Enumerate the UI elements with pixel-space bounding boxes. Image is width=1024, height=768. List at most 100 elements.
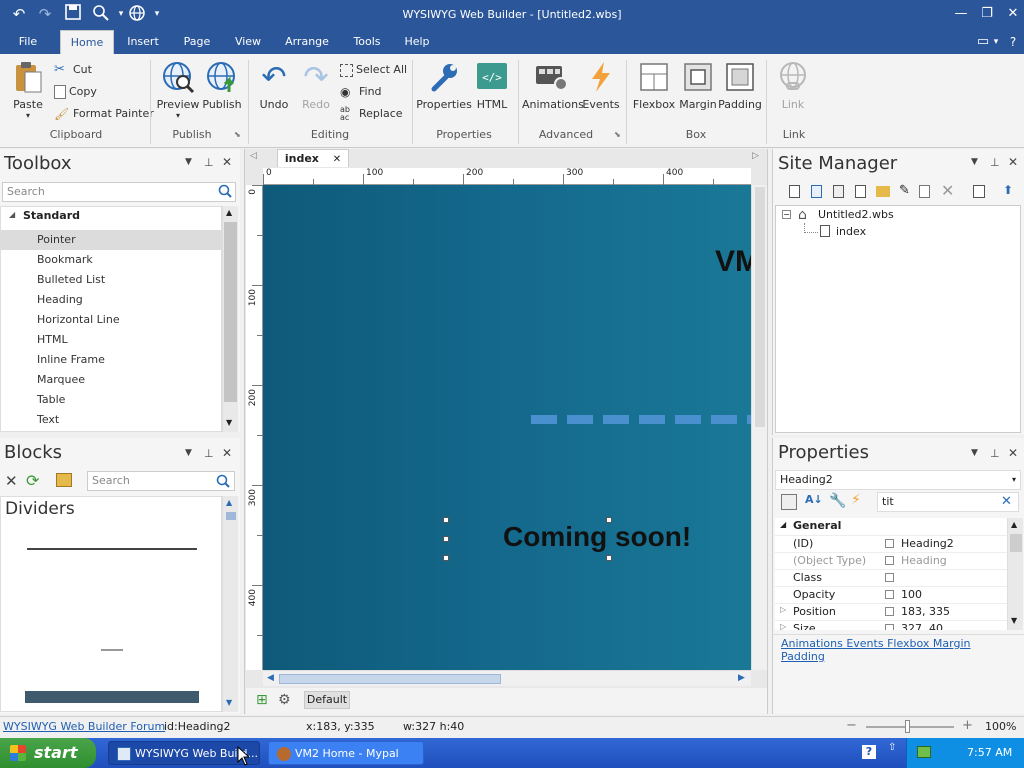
toolbox-item-horizontal-line[interactable]: Horizontal Line [37,310,120,330]
expand-icon[interactable]: ▷ [780,605,786,614]
chevron-down-icon[interactable]: ▼ [971,157,978,167]
close-icon[interactable]: ✕ [333,154,341,165]
scroll-thumb[interactable] [226,512,236,520]
link-flexbox[interactable]: Flexbox [887,637,929,650]
menu-arrange[interactable]: Arrange [280,30,334,54]
property-filter-input[interactable]: tit [877,492,1019,512]
selection-handle[interactable] [443,536,449,542]
edit-page-icon[interactable]: ✎ [899,183,910,198]
pin-icon[interactable]: ⊥ [990,447,1000,460]
close-icon[interactable]: ✕ [1008,446,1018,460]
add-breakpoint-icon[interactable]: ⊞ [256,692,268,708]
selection-handle[interactable] [443,517,449,523]
property-row[interactable]: ▷ Position 183, 335 [775,603,1007,620]
property-checkbox[interactable] [885,607,894,616]
undo-button[interactable]: ↶ Undo [254,58,294,112]
menu-home[interactable]: Home [60,30,114,54]
property-value[interactable]: 327, 40 [901,622,943,630]
property-checkbox[interactable] [885,573,894,582]
pin-icon[interactable]: ⊥ [990,156,1000,169]
property-row[interactable]: (Object Type) Heading [775,552,1007,569]
copy-page-icon[interactable] [919,185,930,198]
toolbox-item-pointer[interactable]: Pointer [37,230,76,250]
categorized-icon[interactable] [781,494,797,510]
selection-handle[interactable] [443,555,449,561]
dialog-launcher-icon[interactable]: ⬊ [614,130,621,139]
scroll-left-icon[interactable]: ◀ [267,673,274,683]
toolbox-item-text[interactable]: Text [37,410,59,430]
canvas-scrollbar-vertical[interactable] [751,185,767,670]
expand-icon[interactable]: ▷ [780,622,786,630]
delete-icon[interactable]: ✕ [5,472,18,490]
sort-az-icon[interactable]: A↓ [805,493,823,506]
toolbox-item-bookmark[interactable]: Bookmark [37,250,93,270]
property-grid-scrollbar[interactable]: ▲ ▼ [1007,518,1023,630]
page-template-icon[interactable] [855,185,866,198]
menu-page[interactable]: Page [178,30,216,54]
object-selector[interactable]: Heading2 ▾ [775,470,1021,490]
scroll-right-icon[interactable]: ▶ [738,673,745,683]
scroll-up-icon[interactable]: ▲ [1011,520,1017,529]
flexbox-button[interactable]: Flexbox [632,58,676,111]
tray-chevron-icon[interactable]: ⇧ [888,742,896,753]
pin-icon[interactable]: ⊥ [204,156,214,169]
preview-button[interactable]: Preview ▾ [156,58,200,120]
events-button[interactable]: Events [582,58,620,111]
format-painter-button[interactable]: 🖌 Format Painter [54,105,154,123]
scroll-up-icon[interactable]: ▲ [226,498,232,507]
task-mypal[interactable]: VM2 Home - Mypal [268,741,424,765]
heading-coming-soon[interactable]: Coming soon! [503,521,691,553]
toolbox-item-bulleted-list[interactable]: Bulleted List [37,270,105,290]
toolbox-item-inline-frame[interactable]: Inline Frame [37,350,105,370]
minimize-button[interactable]: — [948,4,974,24]
tab-index[interactable]: index ✕ [277,149,349,167]
cut-button[interactable]: ✂ Cut [54,61,92,79]
properties-button[interactable]: Properties [416,58,472,111]
chevron-down-icon[interactable]: ▾ [990,30,1002,54]
start-button[interactable]: start [0,738,96,768]
close-icon[interactable]: ✕ [1008,155,1018,169]
divider-preview-bar[interactable] [25,691,199,703]
scroll-thumb[interactable] [755,187,765,427]
breakpoint-default-tab[interactable]: Default [304,691,350,709]
property-checkbox[interactable] [885,624,894,630]
collapse-icon[interactable]: ◢ [780,520,786,529]
selection-handle[interactable] [606,555,612,561]
page-canvas[interactable]: VM Coming soon! [263,185,751,670]
dialog-launcher-icon[interactable]: ⬊ [234,130,241,139]
help-tray-icon[interactable]: ? [862,745,876,759]
move-up-icon[interactable]: ⬆ [1003,183,1013,197]
add-folder-icon[interactable] [56,473,72,487]
breakpoint-settings-icon[interactable]: ⚙ [278,692,291,708]
property-value[interactable]: 100 [901,588,922,601]
zoom-out-icon[interactable]: − [846,718,857,733]
search-icon[interactable] [218,184,232,201]
tab-scroll-left-icon[interactable]: ◁ [250,151,257,161]
link-button[interactable]: Link [770,58,816,111]
property-checkbox[interactable] [885,556,894,565]
zoom-slider-thumb[interactable] [905,720,910,733]
menu-tools[interactable]: Tools [348,30,386,54]
scroll-down-icon[interactable]: ▼ [1011,616,1017,625]
replace-button[interactable]: ab ac Replace [340,105,403,123]
chevron-down-icon[interactable]: ▼ [971,448,978,458]
refresh-icon[interactable]: ⟳ [26,471,39,490]
folder-icon[interactable] [876,186,890,197]
find-button[interactable]: ◉ Find [340,83,382,101]
scroll-thumb[interactable] [1010,534,1022,552]
restore-button[interactable]: ❐ [974,4,1000,24]
zoom-in-icon[interactable]: + [962,718,973,733]
property-checkbox[interactable] [885,590,894,599]
blocks-search-input[interactable]: Search [87,471,235,491]
property-value[interactable]: 183, 335 [901,605,950,618]
close-icon[interactable]: ✕ [222,446,232,460]
menu-file[interactable]: File [10,30,46,54]
animations-button[interactable]: Animations [522,58,584,111]
site-root-node[interactable]: Untitled2.wbs [818,208,894,221]
property-row[interactable]: ▷ Size 327, 40 [775,620,1007,630]
chevron-down-icon[interactable]: ▼ [185,448,192,458]
tab-scroll-right-icon[interactable]: ▷ [752,151,759,161]
divider-preview-text[interactable] [101,649,123,651]
toolbox-scrollbar[interactable]: ▲ ▼ [222,206,238,432]
help-icon[interactable]: ? [1004,30,1022,54]
